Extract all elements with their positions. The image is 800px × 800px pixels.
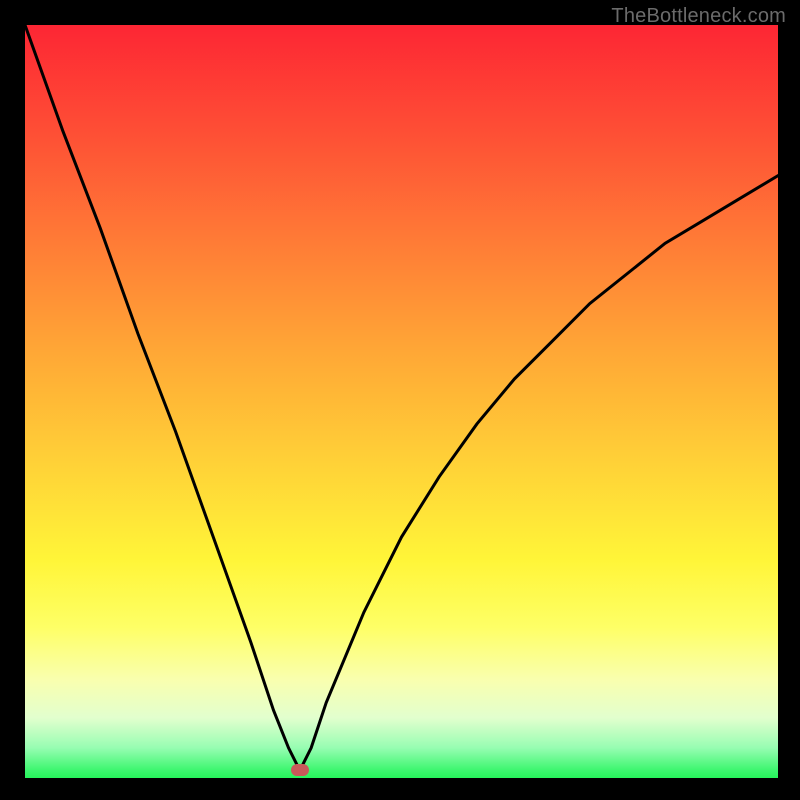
chart-frame: TheBottleneck.com [0,0,800,800]
curve-layer [25,25,778,778]
minimum-marker [291,764,309,776]
bottleneck-curve [25,25,778,770]
watermark-text: TheBottleneck.com [611,5,786,28]
